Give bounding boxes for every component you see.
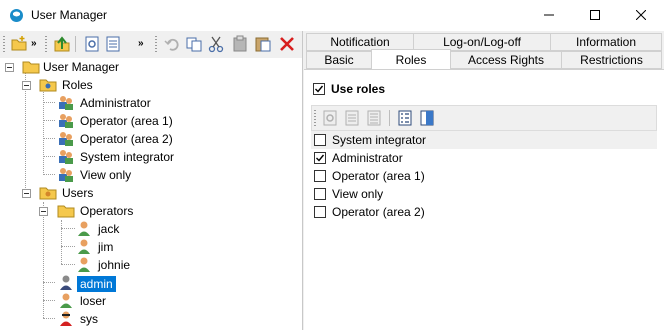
select-all-icon[interactable]	[396, 109, 414, 127]
tab-roles[interactable]: Roles	[371, 49, 451, 70]
list-item[interactable]: Operator (area 2)	[311, 203, 657, 221]
role-icon	[59, 96, 73, 110]
new-folder-icon[interactable]	[10, 35, 28, 53]
minimize-button[interactable]	[526, 0, 572, 31]
role-checkbox[interactable]	[314, 170, 326, 182]
tree-node-operators[interactable]: Operators	[0, 202, 140, 220]
toolbar-separator	[389, 110, 390, 126]
role-icon	[59, 132, 73, 146]
tree-node-role[interactable]: Operator (area 2)	[0, 130, 200, 148]
role-icon	[59, 168, 73, 182]
role-checkbox[interactable]	[314, 206, 326, 218]
tree-node-role[interactable]: View only	[0, 166, 160, 184]
role-checkbox[interactable]	[314, 134, 326, 146]
align-icon[interactable]	[365, 109, 383, 127]
tree-node-user[interactable]: jack	[0, 220, 140, 238]
tree-node-role[interactable]: Operator (area 1)	[0, 112, 200, 130]
app-icon	[10, 9, 23, 22]
tree-node-user-selected[interactable]: admin	[0, 274, 120, 292]
tab-restrictions[interactable]: Restrictions	[561, 51, 662, 69]
properties-icon[interactable]	[104, 35, 122, 53]
toolbar-grip[interactable]	[45, 36, 47, 52]
close-button[interactable]	[618, 0, 664, 31]
roles-toolbar	[311, 105, 657, 131]
tree-node-user[interactable]: sys	[0, 310, 120, 328]
undo-icon[interactable]	[163, 35, 181, 53]
tab-information[interactable]: Information	[550, 33, 662, 51]
list-item[interactable]: View only	[311, 185, 657, 203]
tree-node-user[interactable]: johnie	[0, 256, 140, 274]
roles-folder-icon	[39, 79, 57, 92]
list-icon[interactable]	[343, 109, 361, 127]
details-pane: Notification Log-on/Log-off Information …	[304, 31, 664, 331]
collapse-toggle[interactable]	[39, 207, 48, 216]
tree-node-user[interactable]: loser	[0, 292, 120, 310]
window-title: User Manager	[31, 8, 108, 22]
tab-access-rights[interactable]: Access Rights	[450, 51, 562, 69]
collapse-toggle[interactable]	[22, 81, 31, 90]
title-bar: User Manager	[0, 0, 664, 31]
tree-node-role[interactable]: Administrator	[0, 94, 180, 112]
tree-node-root[interactable]: User Manager	[0, 58, 140, 76]
role-icon	[59, 114, 73, 128]
tree-node-users[interactable]: Users	[0, 184, 120, 202]
preview-icon[interactable]	[321, 109, 339, 127]
admin-user-icon	[60, 275, 72, 290]
user-icon	[60, 293, 72, 308]
user-icon	[78, 221, 90, 236]
list-item[interactable]: Administrator	[311, 149, 657, 167]
toolbar-separator	[75, 36, 76, 52]
tree-node-user[interactable]: jim	[0, 238, 140, 256]
list-item[interactable]: Operator (area 1)	[311, 167, 657, 185]
tree-node-roles[interactable]: Roles	[0, 76, 120, 94]
paste-icon[interactable]	[231, 35, 249, 53]
toolbar-grip[interactable]	[314, 110, 316, 126]
user-icon	[78, 257, 90, 272]
maximize-button[interactable]	[572, 0, 618, 31]
delete-icon[interactable]	[278, 35, 296, 53]
role-checkbox[interactable]	[314, 152, 326, 164]
roles-panel: Use roles System integrator Administrato…	[304, 69, 664, 331]
users-folder-icon	[39, 187, 57, 200]
tree-node-role[interactable]: System integrator	[0, 148, 200, 166]
tab-basic[interactable]: Basic	[306, 51, 372, 69]
role-checkbox[interactable]	[314, 188, 326, 200]
user-tree[interactable]: User Manager Roles Administrator Operato…	[0, 58, 302, 330]
preview-icon[interactable]	[83, 35, 101, 53]
system-user-icon	[60, 311, 72, 326]
toolbar-grip[interactable]	[155, 36, 157, 52]
use-roles-check[interactable]	[313, 83, 325, 95]
cut-icon[interactable]	[207, 35, 225, 53]
tree-toolbar: » »	[0, 31, 302, 59]
toolbar-grip[interactable]	[3, 36, 5, 52]
collapse-toggle[interactable]	[22, 189, 31, 198]
collapse-toggle[interactable]	[5, 63, 14, 72]
role-icon	[59, 150, 73, 164]
copy-icon[interactable]	[185, 35, 203, 53]
list-item[interactable]: System integrator	[311, 131, 657, 149]
toolbar-overflow-icon[interactable]: »	[138, 38, 156, 56]
paste-special-icon[interactable]	[254, 35, 272, 53]
user-icon	[78, 239, 90, 254]
folder-up-icon[interactable]	[53, 35, 71, 53]
folder-icon	[22, 61, 40, 74]
folder-icon	[57, 205, 75, 218]
deselect-all-icon[interactable]	[418, 109, 436, 127]
roles-list: System integrator Administrator Operator…	[311, 131, 657, 331]
